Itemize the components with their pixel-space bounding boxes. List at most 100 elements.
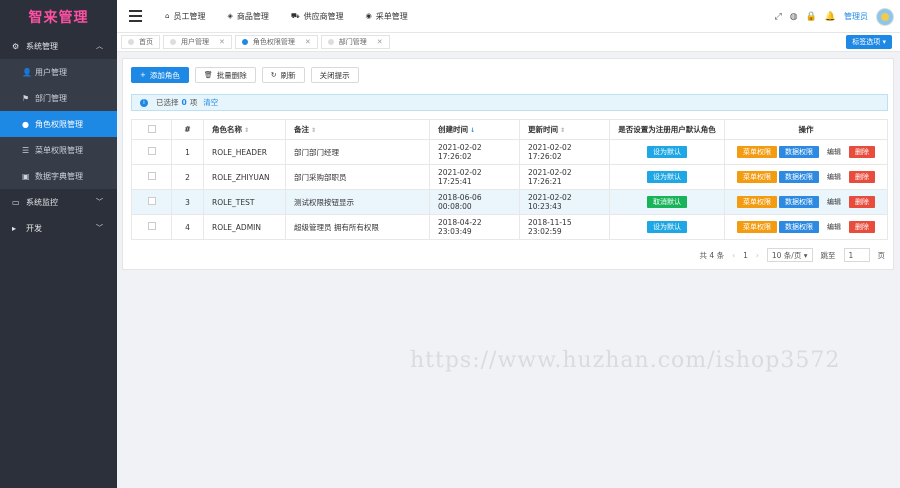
goto-page-input[interactable]: 1 [843, 248, 870, 262]
edit-button[interactable]: 编辑 [821, 171, 847, 183]
sidebar: 智来管理 ⚙ 系统管理 ︿ 👤 用户管理 ⚑ 部门管理 ● 角色权限管理 ☰ 菜… [0, 0, 117, 488]
batch-delete-button[interactable]: 🗑 批量删除 [194, 67, 256, 83]
lock-icon[interactable]: 🔒 [806, 12, 817, 22]
submenu-system: 👤 用户管理 ⚑ 部门管理 ● 角色权限管理 ☰ 菜单权限管理 ▣ 数据字典管理 [0, 59, 117, 189]
clear-selection-link[interactable]: 清空 [203, 97, 218, 108]
app-logo[interactable]: 智来管理 [0, 0, 117, 33]
nav-suppliers[interactable]: ⛟ 供应商管理 [291, 11, 344, 22]
edit-button[interactable]: 编辑 [821, 221, 847, 233]
tab-dot-icon [128, 39, 134, 45]
col-role-name[interactable]: 角色名称 ⇕ [203, 119, 286, 140]
data-permission-button[interactable]: 数据权限 [779, 196, 819, 208]
nav-employees[interactable]: ⌂ 员工管理 [165, 11, 205, 22]
chevron-up-icon: ︿ [96, 42, 103, 50]
tab-home[interactable]: 首页 [121, 35, 160, 49]
prev-page-icon[interactable]: ‹ [732, 251, 735, 260]
logo-text: 智来管理 [28, 9, 89, 26]
fullscreen-icon[interactable]: ⤢ [775, 12, 782, 22]
close-icon[interactable]: ✕ [219, 38, 225, 46]
created-cell: 2021-02-02 17:26:02 [429, 139, 520, 165]
select-all-checkbox[interactable] [131, 119, 172, 140]
delete-button[interactable]: 删除 [849, 146, 875, 158]
close-icon[interactable]: ✕ [377, 38, 383, 46]
menu-permission-button[interactable]: 菜单权限 [737, 171, 777, 183]
delete-button[interactable]: 删除 [849, 221, 875, 233]
alert-suffix: 项 [189, 98, 198, 107]
close-icon[interactable]: ✕ [305, 38, 311, 46]
menu-group-dev[interactable]: ▸ 开发 ﹀ [0, 215, 117, 241]
row-checkbox[interactable] [131, 139, 172, 165]
avatar[interactable] [876, 7, 894, 26]
toggle-default-button[interactable]: 取消默认 [647, 196, 687, 208]
header-right: ⤢ ◍ 🔒 🔔 管理员 [775, 0, 894, 33]
role-name-cell: ROLE_ADMIN [203, 214, 286, 240]
sidebar-item-dictionary[interactable]: ▣ 数据字典管理 [0, 163, 117, 189]
tab-bar: 首页 用户管理 ✕ 角色权限管理 ✕ 部门管理 ✕ 标签选项 ▾ [117, 33, 900, 52]
role-name-cell: ROLE_TEST [203, 189, 286, 215]
toggle-default-button[interactable]: 设为默认 [647, 146, 687, 158]
table-row[interactable]: 3 ROLE_TEST 测试权限按钮显示 2018-06-06 00:08:00 202… [131, 189, 888, 215]
nav-products[interactable]: ◈ 商品管理 [227, 11, 268, 22]
menu-group-system[interactable]: ⚙ 系统管理 ︿ [0, 33, 117, 59]
menu-group-monitor[interactable]: ▭ 系统监控 ﹀ [0, 189, 117, 215]
col-updated[interactable]: 更新时间 ⇕ [519, 119, 610, 140]
page-size-select[interactable]: 10 条/页 ▾ [766, 248, 813, 262]
table-row[interactable]: 1 ROLE_HEADER 部门部门经理 2021-02-02 17:26:02 202… [131, 139, 888, 165]
tab-options-label: 标签选项 [852, 38, 881, 46]
sidebar-item-label: 数据字典管理 [35, 171, 83, 181]
updated-cell: 2018-11-15 23:02:59 [519, 214, 610, 240]
sidebar-item-departments[interactable]: ⚑ 部门管理 [0, 85, 117, 111]
tab-dot-icon [327, 39, 334, 45]
tab-label: 首页 [139, 38, 153, 46]
tab-roles[interactable]: 角色权限管理 ✕ [234, 35, 318, 49]
row-checkbox[interactable] [131, 189, 172, 215]
hamburger-menu-icon[interactable] [117, 10, 153, 22]
col-note[interactable]: 备注 ⇕ [285, 119, 430, 140]
row-checkbox[interactable] [131, 214, 172, 240]
delete-button[interactable]: 删除 [849, 196, 875, 208]
nav-orders[interactable]: ◉ 采单管理 [366, 11, 408, 22]
created-cell: 2018-06-06 00:08:00 [429, 189, 520, 215]
data-permission-button[interactable]: 数据权限 [779, 171, 819, 183]
edit-button[interactable]: 编辑 [821, 146, 847, 158]
tab-users[interactable]: 用户管理 ✕ [163, 35, 232, 49]
bell-icon[interactable]: 🔔 [825, 12, 836, 22]
refresh-button[interactable]: ↻ 刷新 [261, 67, 305, 83]
alert-prefix: 已选择 [156, 98, 179, 107]
table-row[interactable]: 2 ROLE_ZHIYUAN 部门采购部职员 2021-02-02 17:25:41 2… [131, 164, 888, 190]
menu-permission-button[interactable]: 菜单权限 [737, 146, 777, 158]
sort-icon: ⇕ [244, 127, 250, 134]
toggle-default-button[interactable]: 设为默认 [647, 221, 687, 233]
add-role-button[interactable]: + 添加角色 [131, 67, 189, 83]
edit-button[interactable]: 编辑 [821, 196, 847, 208]
toggle-default-button[interactable]: 设为默认 [647, 171, 687, 183]
col-label: 备注 [294, 125, 309, 134]
data-permission-button[interactable]: 数据权限 [779, 221, 819, 233]
row-checkbox[interactable] [131, 164, 172, 190]
sidebar-item-menus[interactable]: ☰ 菜单权限管理 [0, 137, 117, 163]
page-number[interactable]: 1 [743, 251, 748, 260]
code-icon: ▸ [12, 223, 17, 233]
user-name[interactable]: 管理员 [844, 11, 868, 22]
menu-permission-button[interactable]: 菜单权限 [737, 221, 777, 233]
data-permission-button[interactable]: 数据权限 [779, 146, 819, 158]
sidebar-item-users[interactable]: 👤 用户管理 [0, 59, 117, 85]
tab-options-button[interactable]: 标签选项 ▾ [846, 35, 892, 49]
note-cell: 测试权限按钮显示 [285, 189, 430, 215]
refresh-icon: ↻ [270, 71, 277, 79]
sidebar-item-roles[interactable]: ● 角色权限管理 [0, 111, 117, 137]
col-created[interactable]: 创建时间 ↓ [429, 119, 520, 140]
globe-icon[interactable]: ◍ [790, 12, 798, 22]
nav-label: 供应商管理 [303, 11, 344, 21]
menu-permission-button[interactable]: 菜单权限 [737, 196, 777, 208]
close-tip-button[interactable]: 关闭提示 [310, 67, 359, 83]
trash-icon: 🗑 [203, 71, 213, 79]
next-page-icon[interactable]: › [756, 251, 759, 260]
top-header: ⌂ 员工管理 ◈ 商品管理 ⛟ 供应商管理 ◉ 采单管理 ⤢ ◍ 🔒 🔔 管理员 [117, 0, 900, 33]
default-role-cell: 取消默认 [609, 189, 725, 215]
table-row[interactable]: 4 ROLE_ADMIN 超级管理员 拥有所有权限 2018-04-22 23:03:… [131, 214, 888, 240]
tab-departments[interactable]: 部门管理 ✕ [320, 35, 390, 49]
delete-button[interactable]: 删除 [849, 171, 875, 183]
sort-icon: ⇕ [560, 127, 566, 134]
sidebar-item-label: 部门管理 [35, 93, 67, 103]
